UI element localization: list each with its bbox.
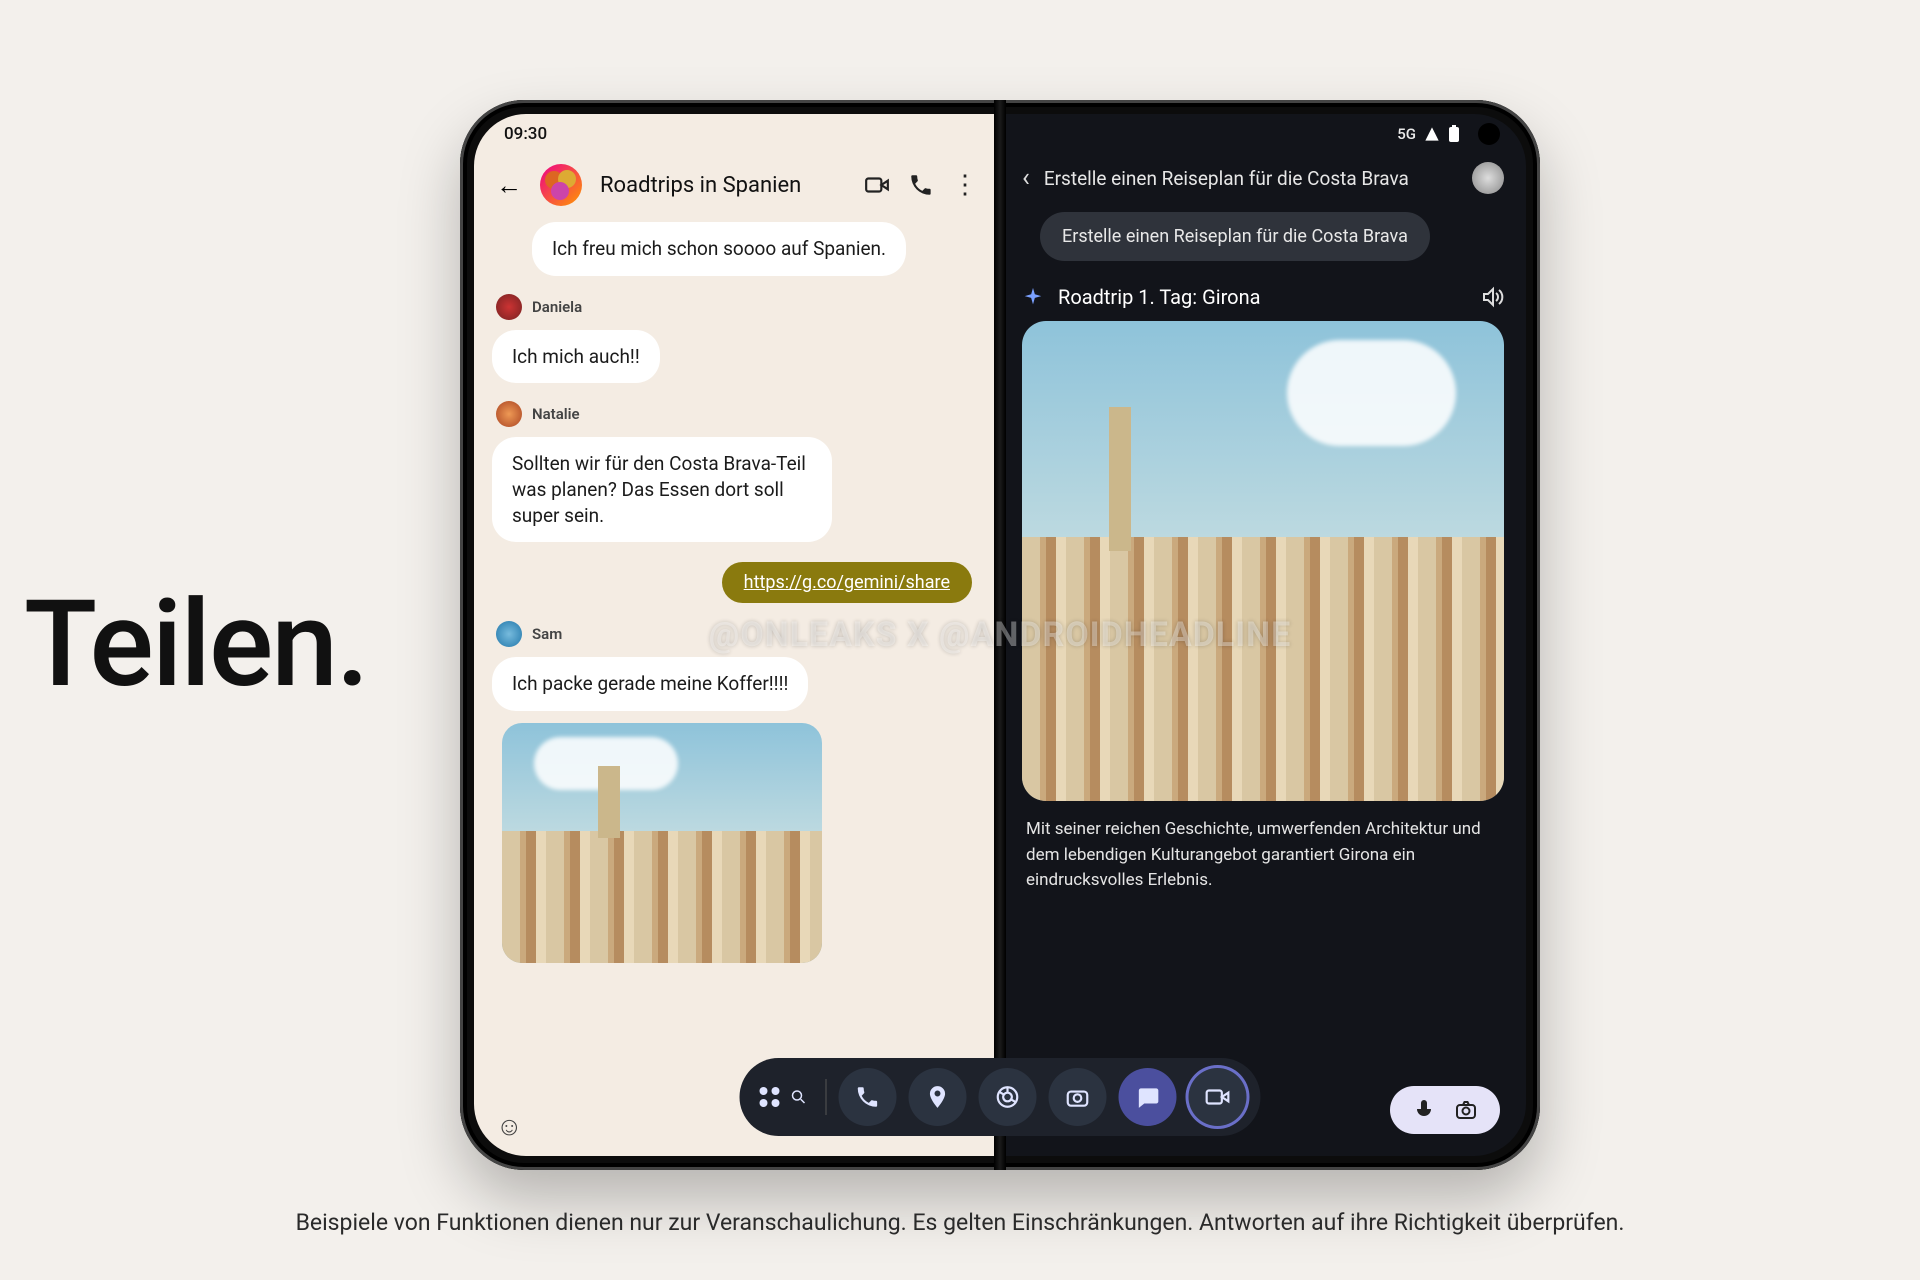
assistant-header: ‹ Erstelle einen Reiseplan für die Costa… bbox=[1000, 154, 1526, 202]
foldable-device-frame: 09:30 ← Roadtrips in Spanien ⋮ Ich freu … bbox=[460, 100, 1540, 1170]
message-bubble: Ich mich auch!! bbox=[492, 330, 660, 384]
back-icon[interactable]: ‹ bbox=[1022, 163, 1030, 193]
message-list: Ich freu mich schon soooo auf Spanien. D… bbox=[474, 216, 1000, 1096]
sender-row: Daniela bbox=[496, 294, 982, 320]
response-text: Mit seiner reichen Geschichte, umwerfend… bbox=[1000, 801, 1526, 910]
shared-link-bubble[interactable]: https://g.co/gemini/share bbox=[722, 562, 972, 603]
chat-title[interactable]: Roadtrips in Spanien bbox=[600, 173, 801, 198]
camera-hole bbox=[1478, 123, 1500, 145]
sender-name: Sam bbox=[532, 625, 562, 643]
camera-icon[interactable] bbox=[1454, 1098, 1478, 1122]
dock-separator bbox=[826, 1079, 827, 1115]
taskbar-dock bbox=[740, 1058, 1261, 1136]
sender-name: Natalie bbox=[532, 405, 580, 423]
hero-headline: Teilen. bbox=[24, 575, 367, 715]
avatar bbox=[496, 294, 522, 320]
marketing-stage: Teilen. 09:30 ← Roadtrips in Spanien ⋮ bbox=[0, 0, 1920, 1280]
user-avatar[interactable] bbox=[1472, 162, 1504, 194]
status-time: 09:30 bbox=[504, 124, 547, 144]
signal-icon bbox=[1424, 126, 1440, 142]
network-indicator: 5G bbox=[1397, 125, 1416, 143]
voice-call-icon[interactable] bbox=[908, 172, 934, 198]
dock-messages-button[interactable] bbox=[1119, 1068, 1177, 1126]
dock-camera-button[interactable] bbox=[1049, 1068, 1107, 1126]
message-bubble: Sollten wir für den Costa Brava-Teil was… bbox=[492, 437, 832, 542]
status-bar-left: 09:30 bbox=[474, 114, 1000, 154]
overflow-menu-icon[interactable]: ⋮ bbox=[952, 170, 978, 200]
disclaimer-text: Beispiele von Funktionen dienen nur zur … bbox=[0, 1209, 1920, 1236]
sparkle-icon bbox=[1022, 286, 1044, 308]
emoji-icon[interactable]: ☺ bbox=[496, 1111, 523, 1142]
assistant-input-pill[interactable] bbox=[1390, 1086, 1500, 1134]
dock-maps-button[interactable] bbox=[909, 1068, 967, 1126]
message-bubble: Ich packe gerade meine Koffer!!!! bbox=[492, 657, 808, 711]
sender-row: Natalie bbox=[496, 401, 982, 427]
message-bubble: Ich freu mich schon soooo auf Spanien. bbox=[532, 222, 906, 276]
video-call-icon[interactable] bbox=[864, 172, 890, 198]
message-image[interactable] bbox=[502, 723, 822, 963]
dock-meet-button[interactable] bbox=[1189, 1068, 1247, 1126]
dock-phone-button[interactable] bbox=[839, 1068, 897, 1126]
app-drawer-button[interactable] bbox=[754, 1087, 814, 1107]
chat-header: ← Roadtrips in Spanien ⋮ bbox=[474, 154, 1000, 216]
back-icon[interactable]: ← bbox=[496, 170, 522, 201]
sender-name: Daniela bbox=[532, 298, 582, 316]
group-avatar[interactable] bbox=[540, 164, 582, 206]
dock-chrome-button[interactable] bbox=[979, 1068, 1037, 1126]
status-bar-right: 5G bbox=[1000, 114, 1526, 154]
assistant-header-title: Erstelle einen Reiseplan für die Costa B… bbox=[1044, 167, 1458, 190]
leak-watermark: @ONLEAKS X @ANDROIDHEADLINE bbox=[709, 615, 1292, 655]
search-icon bbox=[790, 1088, 808, 1106]
microphone-icon[interactable] bbox=[1412, 1098, 1436, 1122]
avatar bbox=[496, 621, 522, 647]
response-header: Roadtrip 1. Tag: Girona bbox=[1000, 261, 1526, 321]
user-prompt-chip: Erstelle einen Reiseplan für die Costa B… bbox=[1040, 212, 1430, 261]
avatar bbox=[496, 401, 522, 427]
response-image[interactable] bbox=[1022, 321, 1504, 801]
speaker-icon[interactable] bbox=[1480, 285, 1504, 309]
battery-icon bbox=[1448, 125, 1460, 143]
response-title: Roadtrip 1. Tag: Girona bbox=[1058, 285, 1466, 309]
